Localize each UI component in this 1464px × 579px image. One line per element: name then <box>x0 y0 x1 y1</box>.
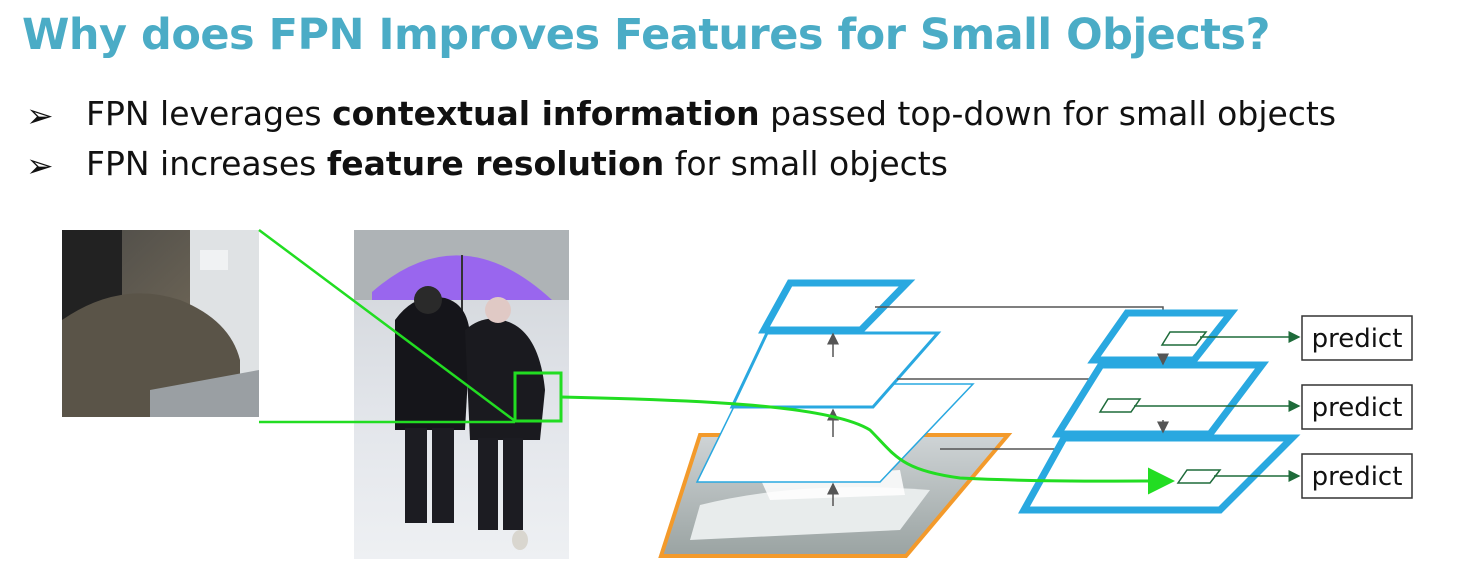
person-left <box>395 296 470 430</box>
predict-label: predict <box>1312 324 1403 354</box>
fpn-diagram: predict predict predict <box>62 228 1413 559</box>
predict-box: predict <box>1301 384 1413 430</box>
umbrella-photo <box>354 230 569 559</box>
predict-box: predict <box>1301 315 1413 361</box>
zoomed-crop-image <box>62 230 259 417</box>
predict-label: predict <box>1312 393 1403 423</box>
predict-label: predict <box>1312 462 1403 492</box>
predict-box: predict <box>1301 453 1413 499</box>
